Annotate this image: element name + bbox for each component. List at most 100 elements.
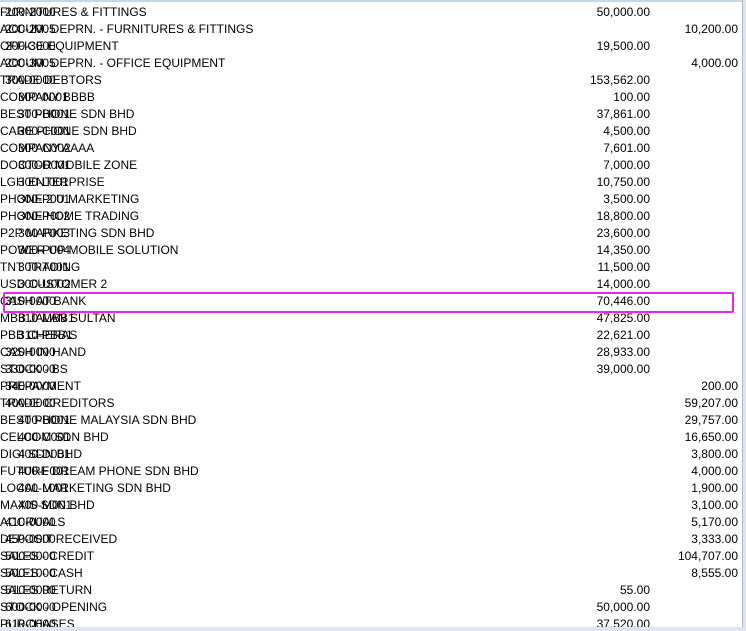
account-row[interactable]: 300-P004 POWER UP MOBILE SOLUTION 14,350.0… bbox=[0, 242, 742, 259]
account-code: 410-0000 bbox=[5, 515, 56, 529]
account-row[interactable]: 300-T001 TNT TRADING 11,500.00 bbox=[0, 259, 742, 276]
account-code: 300-0000 bbox=[5, 73, 56, 87]
account-row[interactable]: 200-2000 FURNITURES & FITTINGS 50,000.00 bbox=[0, 4, 742, 21]
account-code: 200-2005 bbox=[5, 22, 56, 36]
account-row[interactable]: 310-0000 CASH AT BANK 70,446.00 bbox=[0, 293, 742, 310]
debit-amount: 11,500.00 bbox=[597, 260, 651, 274]
account-code: 310-MBB1 bbox=[18, 311, 75, 325]
credit-amount: 8,555.00 bbox=[691, 566, 738, 580]
debit-amount: 7,601.00 bbox=[603, 141, 650, 155]
account-code: 310-0000 bbox=[5, 294, 56, 308]
account-row[interactable]: 340-0000 PREPAYMENT 200.00 bbox=[0, 378, 742, 395]
credit-amount: 3,800.00 bbox=[691, 447, 738, 461]
debit-amount: 19,500.00 bbox=[596, 39, 650, 53]
credit-amount: 3,333.00 bbox=[691, 532, 738, 546]
account-row[interactable]: 410-0000 ACCRUALS 5,170.00 bbox=[0, 514, 742, 531]
account-row[interactable]: 300-0000 TRADE DEBTORS 153,562.00 bbox=[0, 72, 742, 89]
account-row[interactable]: 450-0000 DEPOSIT RECEIVED 3,333.00 bbox=[0, 531, 742, 548]
credit-amount: 4,000.00 bbox=[691, 464, 738, 478]
account-row[interactable]: 510-0000 SALES RETURN 55.00 bbox=[0, 582, 742, 599]
debit-amount: 18,800.00 bbox=[596, 209, 650, 223]
debit-amount: 47,825.00 bbox=[596, 311, 650, 325]
account-row[interactable]: 320-0000 CASH IN HAND 28,933.00 bbox=[0, 344, 742, 361]
account-code: 340-0000 bbox=[5, 379, 56, 393]
account-row[interactable]: 200-3000 OFFICE EQUIPMENT 19,500.00 bbox=[0, 38, 742, 55]
account-code: 300-P002 bbox=[18, 209, 71, 223]
account-row[interactable]: 600-0000 STOCK - OPENING 50,000.00 bbox=[0, 599, 742, 616]
account-code: 300-D001 bbox=[18, 158, 71, 172]
debit-amount: 28,933.00 bbox=[596, 345, 650, 359]
account-code: 300-P003 bbox=[18, 226, 71, 240]
credit-amount: 10,200.00 bbox=[684, 22, 738, 36]
credit-amount: 59,207.00 bbox=[684, 396, 738, 410]
debit-amount: 10,750.00 bbox=[596, 175, 650, 189]
account-row[interactable]: 500-0000 SALES - CREDIT 104,707.00 bbox=[0, 548, 742, 565]
account-code: 400-0000 bbox=[5, 396, 56, 410]
account-code: 200-3000 bbox=[5, 39, 56, 53]
account-row[interactable]: 400-D001 DIGI SDN BHD 3,800.00 bbox=[0, 446, 742, 463]
credit-amount: 3,100.00 bbox=[691, 498, 738, 512]
account-code: 300-U002 bbox=[18, 277, 71, 291]
account-row[interactable]: 400-F001 FUTURE DREAM PHONE SDN BHD 4,000.… bbox=[0, 463, 742, 480]
account-row[interactable]: 300-C001 CARE PHONE SDN BHD 4,500.00 bbox=[0, 123, 742, 140]
credit-amount: 200.00 bbox=[701, 379, 738, 393]
account-row[interactable]: 500-1000 SALES - CASH 8,555.00 bbox=[0, 565, 742, 582]
account-list: 200-2000 FURNITURES & FITTINGS 50,000.00 20… bbox=[0, 4, 742, 631]
account-row[interactable]: 300-L001 LGH ENTERPRISE 10,750.00 bbox=[0, 174, 742, 191]
account-row[interactable]: 330-0000 STOCK - BS 39,000.00 bbox=[0, 361, 742, 378]
account-row[interactable]: 300-P003 P2P MARKETING SDN BHD 23,600.00 bbox=[0, 225, 742, 242]
account-code: 300-C002 bbox=[18, 141, 71, 155]
account-code: 320-0000 bbox=[5, 345, 56, 359]
account-row[interactable]: 400-B001 BEST PHONE MALAYSIA SDN BHD 29,75… bbox=[0, 412, 742, 429]
debit-amount: 70,446.00 bbox=[596, 294, 650, 308]
account-row[interactable]: 400-M001 MAXIS SDN BHD 3,100.00 bbox=[0, 497, 742, 514]
account-row[interactable]: 200-3005 ACCUM. DEPRN. - OFFICE EQUIPMENT… bbox=[0, 55, 742, 72]
debit-amount: 153,562.00 bbox=[589, 73, 650, 87]
debit-amount: 14,350.00 bbox=[596, 243, 650, 257]
account-code: 330-0000 bbox=[5, 362, 56, 376]
account-row[interactable]: 300-0001 COMPANY BBBB 100.00 bbox=[0, 89, 742, 106]
account-row[interactable]: 310-PBB1 PBB CHERAS 22,621.00 bbox=[0, 327, 742, 344]
account-code: 400-M001 bbox=[18, 498, 73, 512]
debit-amount: 22,621.00 bbox=[596, 328, 650, 342]
account-code: 510-0000 bbox=[5, 583, 56, 597]
debit-amount: 14,000.00 bbox=[596, 277, 650, 291]
debit-amount: 39,000.00 bbox=[596, 362, 650, 376]
account-code: 300-T001 bbox=[18, 260, 70, 274]
account-row[interactable]: 300-P001 PHONE 2 U MARKETING 3,500.00 bbox=[0, 191, 742, 208]
credit-amount: 1,900.00 bbox=[691, 481, 738, 495]
account-code: 450-0000 bbox=[5, 532, 56, 546]
account-row[interactable]: 400-0000 TRADE CREDITORS 59,207.00 bbox=[0, 395, 742, 412]
credit-amount: 4,000.00 bbox=[691, 56, 738, 70]
account-row[interactable]: 200-2005 ACCUM. DEPRN. - FURNITURES & FIT… bbox=[0, 21, 742, 38]
account-row[interactable]: 400-C001 CELCOM SDN BHD 16,650.00 bbox=[0, 429, 742, 446]
account-row[interactable]: 400-L001 LOCAL MARKETING SDN BHD 1,900.00 bbox=[0, 480, 742, 497]
account-code: 300-P004 bbox=[18, 243, 71, 257]
account-row[interactable]: 300-C002 COMPANY AAAA 7,601.00 bbox=[0, 140, 742, 157]
debit-amount: 37,861.00 bbox=[596, 107, 650, 121]
debit-amount: 55.00 bbox=[619, 583, 650, 597]
account-code: 400-D001 bbox=[18, 447, 71, 461]
account-code: 400-F001 bbox=[18, 464, 70, 478]
debit-amount: 3,500.00 bbox=[603, 192, 650, 206]
debit-amount: 4,500.00 bbox=[603, 124, 650, 138]
account-row[interactable]: 300-P002 PHONE HOME TRADING 18,800.00 bbox=[0, 208, 742, 225]
account-row[interactable]: 300-D001 DOCTOR MOBILE ZONE 7,000.00 bbox=[0, 157, 742, 174]
account-code: 600-0000 bbox=[5, 600, 56, 614]
account-row[interactable]: 300-U002 USD CUSTOMER 2 14,000.00 bbox=[0, 276, 742, 293]
debit-amount: 100.00 bbox=[613, 90, 650, 104]
account-code: 300-P001 bbox=[18, 192, 71, 206]
account-code: 500-1000 bbox=[5, 566, 56, 580]
account-row[interactable]: 300-B001 BEST PHONE SDN BHD 37,861.00 bbox=[0, 106, 742, 123]
frame-top-border bbox=[0, 0, 746, 2]
account-code: 300-0001 bbox=[18, 90, 69, 104]
account-row[interactable]: 310-MBB1 MBB JALAN SULTAN 47,825.00 bbox=[0, 310, 742, 327]
debit-amount: 7,000.00 bbox=[603, 158, 650, 172]
debit-amount: 23,600.00 bbox=[596, 226, 650, 240]
account-code: 400-B001 bbox=[18, 413, 71, 427]
debit-amount: 50,000.00 bbox=[596, 600, 650, 614]
account-code: 200-3005 bbox=[5, 56, 56, 70]
trial-balance-report: 200-2000 FURNITURES & FITTINGS 50,000.00 20… bbox=[0, 0, 746, 631]
account-code: 300-L001 bbox=[18, 175, 69, 189]
account-code: 400-C001 bbox=[18, 430, 71, 444]
